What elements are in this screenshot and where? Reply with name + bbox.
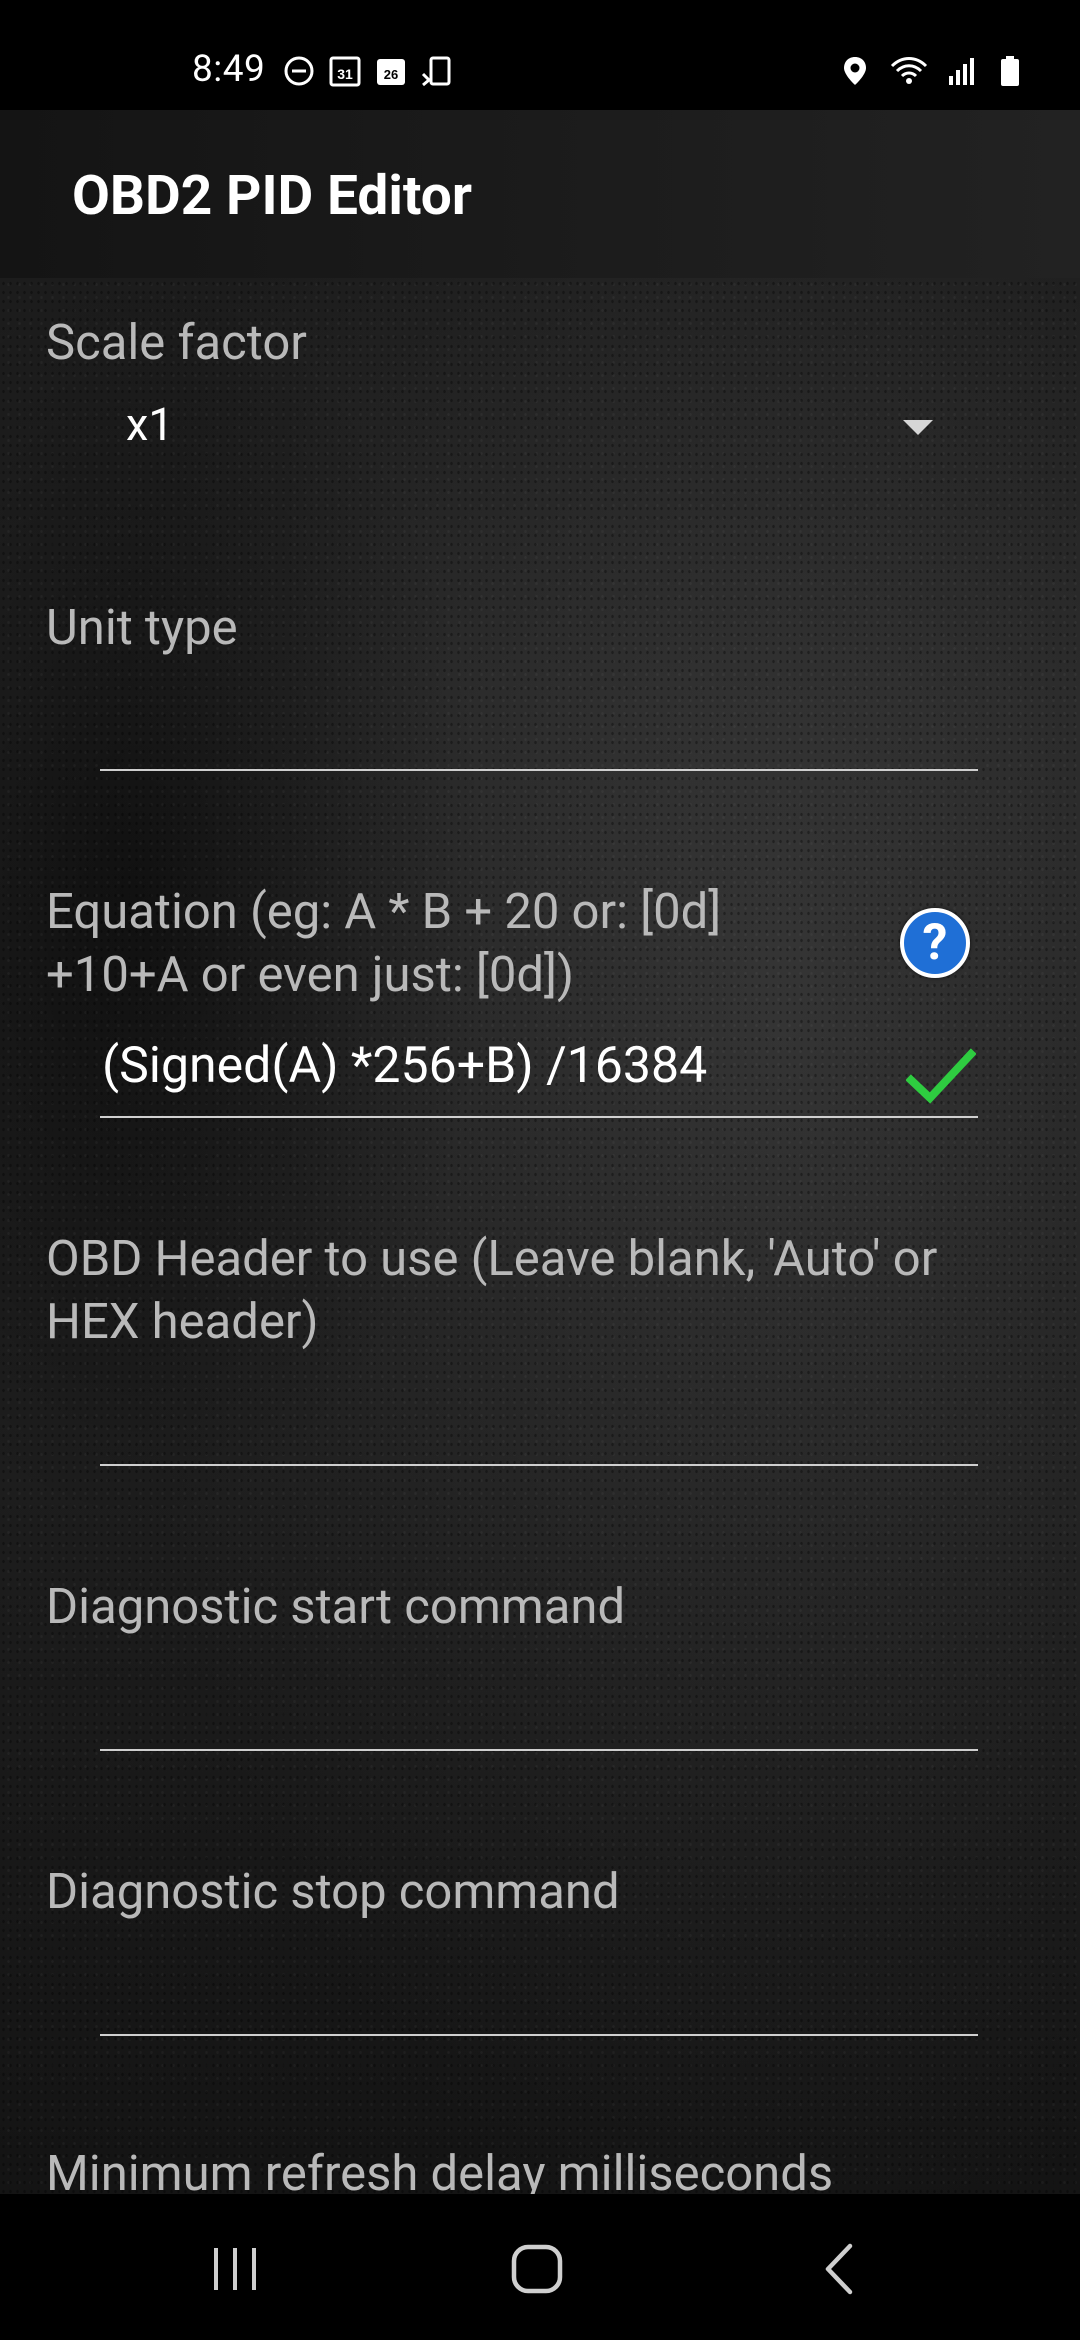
equation-valid-check-icon	[906, 1048, 976, 1104]
scale-factor-spinner[interactable]: x1	[100, 388, 978, 468]
obd-header-label-line2: HEX header)	[46, 1293, 319, 1350]
svg-text:31: 31	[337, 66, 353, 82]
obd-header-label-line1: OBD Header to use (Leave blank, 'Auto' o…	[46, 1230, 938, 1287]
equation-label-line1: Equation (eg: A * B + 20 or: [0d]	[46, 883, 722, 940]
status-time: 8:49	[192, 48, 266, 91]
do-not-disturb-icon	[284, 56, 314, 86]
calendar-31-icon: 31	[329, 56, 361, 87]
unit-type-field[interactable]	[100, 678, 978, 770]
diag-stop-field[interactable]	[100, 1943, 978, 2035]
equation-help-button[interactable]: ?	[900, 908, 970, 978]
unit-type-underline	[100, 769, 978, 771]
diag-start-field[interactable]	[100, 1658, 978, 1750]
location-icon	[844, 57, 866, 85]
home-icon[interactable]	[502, 2234, 572, 2304]
diag-stop-underline	[100, 2034, 978, 2036]
equation-label-line2: +10+A or even just: [0d])	[46, 946, 575, 1003]
status-bar: 8:49 31 26	[0, 0, 1080, 110]
screen: 8:49 31 26 OBD2 PID Editor Scale factor …	[0, 0, 1080, 2340]
scale-factor-label: Scale factor	[46, 314, 307, 371]
pid-form: Scale factor x1 Unit type Equation (eg: …	[0, 278, 1080, 2194]
dropdown-arrow-icon	[903, 420, 933, 435]
app-title: OBD2 PID Editor	[72, 164, 472, 228]
equation-underline	[100, 1116, 978, 1118]
diag-stop-label: Diagnostic stop command	[46, 1863, 620, 1920]
obd-header-field[interactable]	[100, 1373, 978, 1465]
back-icon[interactable]	[806, 2234, 876, 2304]
screen-rotate-icon	[421, 56, 451, 87]
scale-factor-value: x1	[126, 398, 174, 451]
diag-start-underline	[100, 1749, 978, 1751]
min-refresh-label: Minimum refresh delay milliseconds	[46, 2145, 834, 2194]
navigation-bar	[0, 2194, 1080, 2340]
recents-icon[interactable]	[200, 2234, 270, 2304]
wifi-icon	[890, 57, 928, 84]
battery-icon	[1001, 56, 1019, 86]
diag-start-label: Diagnostic start command	[46, 1578, 626, 1635]
unit-type-label: Unit type	[46, 599, 238, 656]
calendar-26-icon: 26	[377, 59, 405, 85]
obd-header-underline	[100, 1464, 978, 1466]
signal-icon	[949, 58, 974, 85]
equation-field[interactable]: (Signed(A) *256+B) /16384	[100, 1023, 900, 1115]
svg-text:26: 26	[384, 67, 398, 82]
app-bar: OBD2 PID Editor	[0, 110, 1080, 278]
equation-value: (Signed(A) *256+B) /16384	[102, 1037, 708, 1095]
